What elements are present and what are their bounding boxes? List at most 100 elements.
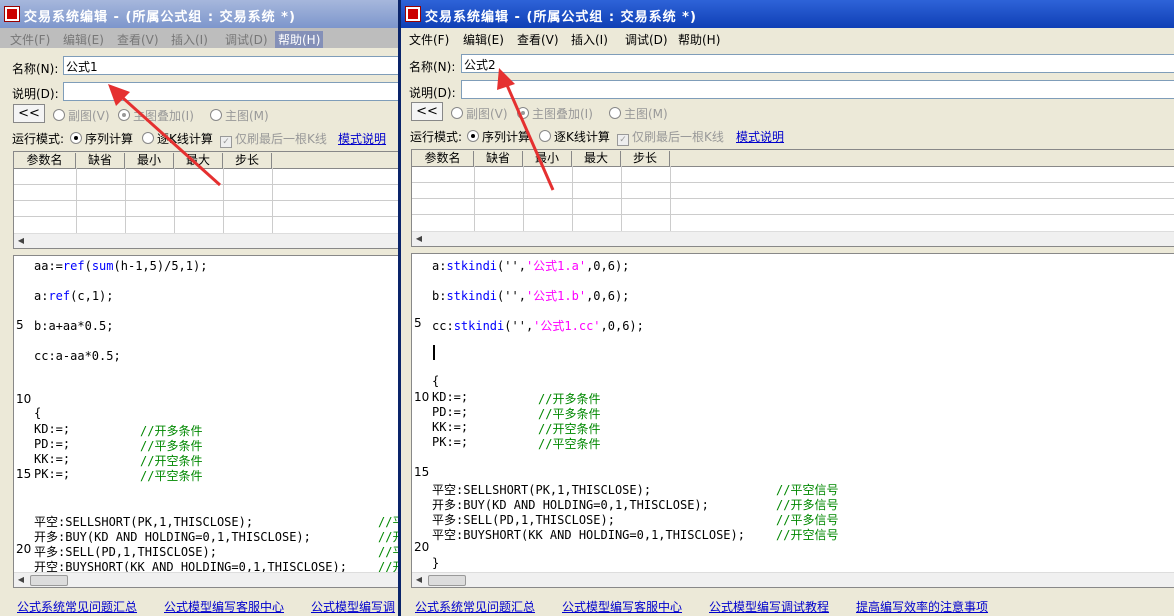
footer-link[interactable]: 公式模型编写客服中心 bbox=[562, 598, 682, 615]
mode-help-link[interactable]: 模式说明 bbox=[338, 130, 386, 147]
radio-per-bar[interactable]: 逐K线计算 bbox=[539, 128, 610, 145]
code-line: KK:=;//开空条件 bbox=[432, 420, 601, 436]
description-field[interactable] bbox=[461, 80, 1174, 99]
menu-edit[interactable]: 编辑(E) bbox=[463, 31, 504, 48]
radio-main-chart[interactable]: 主图(M) bbox=[609, 105, 668, 122]
code-line: cc:stkindi('','公式1.cc',0,6); bbox=[432, 319, 644, 333]
radio-icon bbox=[517, 107, 529, 119]
scroll-left-icon[interactable]: ◀ bbox=[413, 574, 425, 585]
name-label: 名称(N): bbox=[409, 60, 456, 74]
menu-help[interactable]: 帮助(H) bbox=[678, 31, 720, 48]
refresh-last-checkbox[interactable]: ✓ 仅刷最后一根K线 bbox=[220, 130, 327, 148]
code-line: PD:=;//平多条件 bbox=[432, 405, 601, 421]
menu-help[interactable]: 帮助(H) bbox=[275, 31, 324, 48]
column-header[interactable]: 缺省 bbox=[76, 153, 125, 168]
table-header: 参数名 缺省 最小 最大 步长 bbox=[412, 150, 1174, 167]
radio-icon bbox=[70, 132, 82, 144]
title-bar[interactable]: 交易系统编辑 - (所属公式组 : 交易系统 *) bbox=[0, 0, 398, 28]
editor-window-1: 交易系统编辑 - (所属公式组 : 交易系统 *) 文件(F) 编辑(E) 查看… bbox=[0, 0, 398, 616]
scroll-left-icon[interactable]: ◀ bbox=[15, 574, 27, 585]
column-header[interactable]: 步长 bbox=[223, 153, 272, 168]
radio-label: 逐K线计算 bbox=[157, 132, 213, 146]
radio-sequence[interactable]: 序列计算 bbox=[70, 130, 133, 147]
description-label: 说明(D): bbox=[12, 87, 59, 101]
column-header[interactable]: 缺省 bbox=[474, 151, 523, 166]
column-header[interactable]: 步长 bbox=[621, 151, 670, 166]
radio-label: 副图(V) bbox=[68, 109, 110, 123]
scroll-left-icon[interactable]: ◀ bbox=[15, 235, 27, 246]
column-header[interactable]: 最大 bbox=[174, 153, 223, 168]
footer-link[interactable]: 公式系统常见问题汇总 bbox=[415, 598, 535, 615]
code-editor[interactable]: 5 10 15 20 aa:=ref(sum(h-1,5)/5,1); a:re… bbox=[13, 255, 398, 588]
menu-file[interactable]: 文件(F) bbox=[409, 31, 449, 48]
code-line: } bbox=[432, 556, 440, 570]
code-line: KD:=;//开多条件 bbox=[432, 390, 601, 406]
parameter-table: 参数名 缺省 最小 最大 步长 ◀ bbox=[13, 151, 398, 249]
column-header[interactable]: 最大 bbox=[572, 151, 621, 166]
radio-label: 主图(M) bbox=[225, 109, 269, 123]
code-editor[interactable]: 5 10 15 20 a:stkindi('','公式1.a',0,6); b:… bbox=[411, 253, 1174, 588]
footer-link[interactable]: 提高编写效率的注意事项 bbox=[856, 598, 988, 615]
table-header: 参数名 缺省 最小 最大 步长 bbox=[14, 152, 398, 169]
menu-bar: 文件(F) 编辑(E) 查看(V) 插入(I) 调试(D) 帮助(H) bbox=[0, 28, 398, 48]
horizontal-scrollbar[interactable]: ◀ bbox=[412, 231, 1174, 246]
menu-insert[interactable]: 插入(I) bbox=[171, 31, 208, 48]
radio-main-chart[interactable]: 主图(M) bbox=[210, 107, 269, 124]
column-header[interactable]: 参数名 bbox=[412, 151, 474, 166]
radio-label: 主图(M) bbox=[624, 107, 668, 121]
column-header[interactable]: 最小 bbox=[125, 153, 174, 168]
footer-link[interactable]: 公式模型编写客服中心 bbox=[164, 598, 284, 615]
radio-per-bar[interactable]: 逐K线计算 bbox=[142, 130, 213, 147]
menu-debug[interactable]: 调试(D) bbox=[625, 31, 668, 48]
title-bar[interactable]: 交易系统编辑 - (所属公式组 : 交易系统 *) bbox=[401, 0, 1174, 28]
scroll-thumb[interactable] bbox=[428, 575, 466, 586]
description-field[interactable] bbox=[63, 82, 398, 101]
column-header[interactable]: 参数名 bbox=[14, 153, 76, 168]
menu-debug[interactable]: 调试(D) bbox=[225, 31, 268, 48]
horizontal-scrollbar[interactable]: ◀ bbox=[412, 572, 1174, 587]
code-line: PK:=;//平空条件 bbox=[34, 467, 203, 483]
line-number: 20 bbox=[414, 540, 430, 554]
footer-links: 公式系统常见问题汇总 公式模型编写客服中心 公式模型编写调试教程 提高编写效率的… bbox=[401, 592, 1174, 616]
menu-file[interactable]: 文件(F) bbox=[10, 31, 50, 48]
line-number: 5 bbox=[414, 316, 422, 330]
scroll-left-icon[interactable]: ◀ bbox=[413, 233, 425, 244]
code-line: 平空:BUYSHORT(KK AND HOLDING=0,1,THISCLOSE… bbox=[432, 528, 839, 542]
radio-main-overlay[interactable]: 主图叠加(I) bbox=[517, 105, 593, 122]
footer-link[interactable]: 公式模型编写调 bbox=[311, 598, 395, 615]
code-line: a:stkindi('','公式1.a',0,6); bbox=[432, 259, 630, 273]
radio-label: 主图叠加(I) bbox=[532, 107, 593, 121]
collapse-button[interactable]: << bbox=[411, 102, 443, 121]
code-line: PD:=;//平多条件 bbox=[34, 437, 203, 453]
menu-view[interactable]: 查看(V) bbox=[117, 31, 159, 48]
radio-icon bbox=[53, 109, 65, 121]
column-header[interactable]: 最小 bbox=[523, 151, 572, 166]
collapse-button[interactable]: << bbox=[13, 104, 45, 123]
horizontal-scrollbar[interactable]: ◀ bbox=[14, 233, 398, 248]
menu-view[interactable]: 查看(V) bbox=[517, 31, 559, 48]
run-mode-label: 运行模式: bbox=[12, 132, 65, 146]
menu-edit[interactable]: 编辑(E) bbox=[63, 31, 104, 48]
name-field[interactable]: 公式2 bbox=[461, 54, 1174, 73]
footer-link[interactable]: 公式系统常见问题汇总 bbox=[17, 598, 137, 615]
menu-insert[interactable]: 插入(I) bbox=[571, 31, 608, 48]
radio-sub-chart[interactable]: 副图(V) bbox=[53, 107, 110, 124]
editor-window-2: 交易系统编辑 - (所属公式组 : 交易系统 *) 文件(F) 编辑(E) 查看… bbox=[398, 0, 1174, 616]
line-number: 10 bbox=[414, 390, 430, 404]
radio-label: 序列计算 bbox=[482, 130, 531, 144]
name-field[interactable]: 公式1 bbox=[63, 56, 398, 75]
scroll-thumb[interactable] bbox=[30, 575, 68, 586]
radio-main-overlay[interactable]: 主图叠加(I) bbox=[118, 107, 194, 124]
refresh-last-checkbox[interactable]: ✓ 仅刷最后一根K线 bbox=[617, 128, 724, 146]
code-line: { bbox=[432, 374, 440, 388]
menu-bar: 文件(F) 编辑(E) 查看(V) 插入(I) 调试(D) 帮助(H) bbox=[401, 28, 1174, 48]
radio-sub-chart[interactable]: 副图(V) bbox=[451, 105, 508, 122]
line-number: 15 bbox=[414, 465, 430, 479]
horizontal-scrollbar[interactable]: ◀ bbox=[14, 572, 398, 587]
radio-label: 序列计算 bbox=[85, 132, 134, 146]
mode-help-link[interactable]: 模式说明 bbox=[736, 128, 784, 145]
radio-sequence[interactable]: 序列计算 bbox=[467, 128, 530, 145]
footer-link[interactable]: 公式模型编写调试教程 bbox=[709, 598, 829, 615]
radio-label: 副图(V) bbox=[466, 107, 508, 121]
app-icon bbox=[4, 6, 20, 22]
